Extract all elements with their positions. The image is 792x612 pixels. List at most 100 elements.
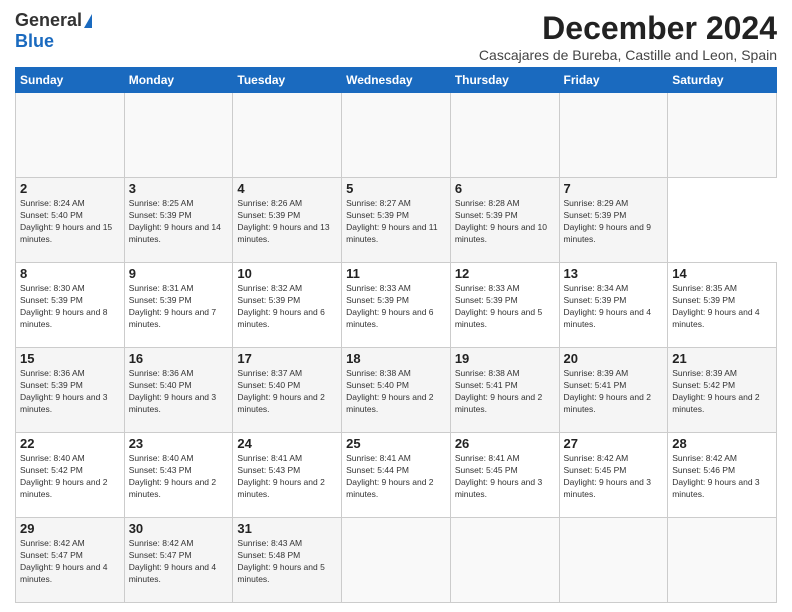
day-number: 30 (129, 521, 229, 536)
day-number: 13 (564, 266, 664, 281)
calendar-cell (233, 93, 342, 178)
day-number: 15 (20, 351, 120, 366)
day-number: 24 (237, 436, 337, 451)
calendar-cell: 30Sunrise: 8:42 AMSunset: 5:47 PMDayligh… (124, 518, 233, 603)
calendar-cell: 17Sunrise: 8:37 AMSunset: 5:40 PMDayligh… (233, 348, 342, 433)
day-info: Sunrise: 8:42 AMSunset: 5:45 PMDaylight:… (564, 453, 664, 501)
calendar-cell (124, 93, 233, 178)
week-row-0 (16, 93, 777, 178)
day-number: 6 (455, 181, 555, 196)
calendar-cell: 13 Sunrise: 8:34 AMSunset: 5:39 PMDayligh… (559, 263, 668, 348)
day-info: Sunrise: 8:25 AMSunset: 5:39 PMDaylight:… (129, 198, 229, 246)
calendar-cell: 25Sunrise: 8:41 AMSunset: 5:44 PMDayligh… (342, 433, 451, 518)
calendar-cell: 5 Sunrise: 8:27 AMSunset: 5:39 PMDaylight… (342, 178, 451, 263)
day-number: 10 (237, 266, 337, 281)
header: General Blue December 2024 Cascajares de… (15, 10, 777, 63)
day-info: Sunrise: 8:39 AMSunset: 5:41 PMDaylight:… (564, 368, 664, 416)
day-number: 31 (237, 521, 337, 536)
day-number: 14 (672, 266, 772, 281)
calendar-cell: 19Sunrise: 8:38 AMSunset: 5:41 PMDayligh… (450, 348, 559, 433)
calendar-cell: 4Sunrise: 8:26 AMSunset: 5:39 PMDaylight… (233, 178, 342, 263)
page: General Blue December 2024 Cascajares de… (0, 0, 792, 612)
day-header-saturday: Saturday (668, 68, 777, 93)
day-header-monday: Monday (124, 68, 233, 93)
logo-general-text: General (15, 10, 82, 31)
calendar-cell: 10Sunrise: 8:32 AMSunset: 5:39 PMDayligh… (233, 263, 342, 348)
day-number: 22 (20, 436, 120, 451)
day-info: Sunrise: 8:29 AMSunset: 5:39 PMDaylight:… (564, 198, 664, 246)
day-info: Sunrise: 8:30 AMSunset: 5:39 PMDaylight:… (20, 283, 120, 331)
day-info: Sunrise: 8:42 AMSunset: 5:46 PMDaylight:… (672, 453, 772, 501)
day-number: 7 (564, 181, 664, 196)
day-info: Sunrise: 8:28 AMSunset: 5:39 PMDaylight:… (455, 198, 555, 246)
main-title: December 2024 (479, 10, 777, 47)
day-info: Sunrise: 8:40 AMSunset: 5:42 PMDaylight:… (20, 453, 120, 501)
calendar-cell: 23Sunrise: 8:40 AMSunset: 5:43 PMDayligh… (124, 433, 233, 518)
day-info: Sunrise: 8:35 AMSunset: 5:39 PMDaylight:… (672, 283, 772, 331)
day-info: Sunrise: 8:24 AMSunset: 5:40 PMDaylight:… (20, 198, 120, 246)
day-number: 2 (20, 181, 120, 196)
calendar-cell: 11 Sunrise: 8:33 AMSunset: 5:39 PMDayligh… (342, 263, 451, 348)
day-info: Sunrise: 8:34 AMSunset: 5:39 PMDaylight:… (564, 283, 664, 331)
day-number: 20 (564, 351, 664, 366)
day-header-thursday: Thursday (450, 68, 559, 93)
day-info: Sunrise: 8:33 AMSunset: 5:39 PMDaylight:… (346, 283, 446, 331)
day-number: 5 (346, 181, 446, 196)
day-number: 18 (346, 351, 446, 366)
header-row: SundayMondayTuesdayWednesdayThursdayFrid… (16, 68, 777, 93)
day-number: 21 (672, 351, 772, 366)
day-number: 8 (20, 266, 120, 281)
day-info: Sunrise: 8:27 AMSunset: 5:39 PMDaylight:… (346, 198, 446, 246)
day-number: 16 (129, 351, 229, 366)
calendar-cell: 15 Sunrise: 8:36 AMSunset: 5:39 PMDayligh… (16, 348, 125, 433)
day-number: 11 (346, 266, 446, 281)
calendar-cell: 14 Sunrise: 8:35 AMSunset: 5:39 PMDayligh… (668, 263, 777, 348)
calendar-cell: 27 Sunrise: 8:42 AMSunset: 5:45 PMDayligh… (559, 433, 668, 518)
day-header-wednesday: Wednesday (342, 68, 451, 93)
day-info: Sunrise: 8:36 AMSunset: 5:39 PMDaylight:… (20, 368, 120, 416)
day-info: Sunrise: 8:36 AMSunset: 5:40 PMDaylight:… (129, 368, 229, 416)
calendar-cell (16, 93, 125, 178)
calendar-cell: 26Sunrise: 8:41 AMSunset: 5:45 PMDayligh… (450, 433, 559, 518)
calendar-table: SundayMondayTuesdayWednesdayThursdayFrid… (15, 67, 777, 603)
day-number: 9 (129, 266, 229, 281)
calendar-cell: 24 Sunrise: 8:41 AMSunset: 5:43 PMDayligh… (233, 433, 342, 518)
calendar-cell: 2 Sunrise: 8:24 AMSunset: 5:40 PMDaylight… (16, 178, 125, 263)
day-info: Sunrise: 8:41 AMSunset: 5:43 PMDaylight:… (237, 453, 337, 501)
calendar-cell: 20 Sunrise: 8:39 AMSunset: 5:41 PMDayligh… (559, 348, 668, 433)
day-number: 3 (129, 181, 229, 196)
calendar-cell (559, 518, 668, 603)
calendar-cell (668, 93, 777, 178)
calendar-cell: 16 Sunrise: 8:36 AMSunset: 5:40 PMDayligh… (124, 348, 233, 433)
day-number: 29 (20, 521, 120, 536)
calendar-cell (450, 518, 559, 603)
day-info: Sunrise: 8:42 AMSunset: 5:47 PMDaylight:… (20, 538, 120, 586)
day-info: Sunrise: 8:38 AMSunset: 5:40 PMDaylight:… (346, 368, 446, 416)
day-info: Sunrise: 8:38 AMSunset: 5:41 PMDaylight:… (455, 368, 555, 416)
title-block: December 2024 Cascajares de Bureba, Cast… (479, 10, 777, 63)
day-info: Sunrise: 8:40 AMSunset: 5:43 PMDaylight:… (129, 453, 229, 501)
calendar-cell: 7 Sunrise: 8:29 AMSunset: 5:39 PMDaylight… (559, 178, 668, 263)
day-number: 27 (564, 436, 664, 451)
calendar-cell: 29 Sunrise: 8:42 AMSunset: 5:47 PMDayligh… (16, 518, 125, 603)
day-info: Sunrise: 8:39 AMSunset: 5:42 PMDaylight:… (672, 368, 772, 416)
calendar-cell: 9 Sunrise: 8:31 AMSunset: 5:39 PMDaylight… (124, 263, 233, 348)
calendar-cell: 12Sunrise: 8:33 AMSunset: 5:39 PMDayligh… (450, 263, 559, 348)
day-info: Sunrise: 8:31 AMSunset: 5:39 PMDaylight:… (129, 283, 229, 331)
week-row-3: 15 Sunrise: 8:36 AMSunset: 5:39 PMDayligh… (16, 348, 777, 433)
week-row-4: 22 Sunrise: 8:40 AMSunset: 5:42 PMDayligh… (16, 433, 777, 518)
calendar-cell: 31Sunrise: 8:43 AMSunset: 5:48 PMDayligh… (233, 518, 342, 603)
day-header-friday: Friday (559, 68, 668, 93)
day-info: Sunrise: 8:41 AMSunset: 5:44 PMDaylight:… (346, 453, 446, 501)
calendar-cell (342, 93, 451, 178)
week-row-2: 8 Sunrise: 8:30 AMSunset: 5:39 PMDaylight… (16, 263, 777, 348)
logo: General Blue (15, 10, 92, 52)
day-info: Sunrise: 8:37 AMSunset: 5:40 PMDaylight:… (237, 368, 337, 416)
day-header-sunday: Sunday (16, 68, 125, 93)
calendar-cell: 3 Sunrise: 8:25 AMSunset: 5:39 PMDaylight… (124, 178, 233, 263)
subtitle: Cascajares de Bureba, Castille and Leon,… (479, 47, 777, 63)
calendar-cell: 6 Sunrise: 8:28 AMSunset: 5:39 PMDaylight… (450, 178, 559, 263)
calendar-cell (559, 93, 668, 178)
calendar-cell: 21 Sunrise: 8:39 AMSunset: 5:42 PMDayligh… (668, 348, 777, 433)
calendar-cell: 28Sunrise: 8:42 AMSunset: 5:46 PMDayligh… (668, 433, 777, 518)
